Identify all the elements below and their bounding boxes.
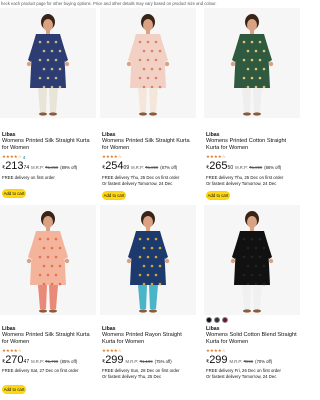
product-title-link[interactable]: Womens Printed Silk Straight Kurta for W… [2,138,94,152]
price: ₹299 M.R.P: ₹999 (70% off) [206,355,272,366]
price-whole: 265 [209,160,228,172]
price: ₹213 74 M.R.P: ₹1,899 (89% off) [2,161,77,172]
mrp: M.R.P: ₹1,199 [125,359,153,364]
results-notice: heck each product page for other buying … [1,1,217,6]
price: ₹265 50 M.R.P: ₹1,899 (86% off) [206,161,281,172]
add-to-cart-button[interactable]: Add to cart [2,385,26,394]
discount-percent: (75% off) [154,359,172,364]
delivery-info: FREE delivery Thu, 25 Dec on first order… [206,175,300,187]
mrp: M.R.P: ₹1,799 [31,359,59,364]
price-fraction: 50 [227,165,234,171]
rating-count[interactable]: 4 [23,155,25,160]
add-to-cart-button[interactable]: Add to cart [102,191,126,200]
mrp: M.R.P: ₹999 [229,359,254,364]
product-title-link[interactable]: Womens Printed Silk Straight Kurta for W… [102,138,194,152]
price-fraction: 74 [23,165,30,171]
fastest-delivery-line: Or fastest delivery Tomorrow, 24 Dec [206,181,277,187]
product-title-link[interactable]: Womens Printed Silk Straight Kurta for W… [2,332,94,346]
price-whole: 299 [105,354,124,366]
product-image[interactable] [100,205,196,315]
add-to-cart-button[interactable]: Add to cart [206,191,230,200]
price: ₹299 M.R.P: ₹1,199 (75% off) [102,355,172,366]
product-card[interactable]: Libas Womens Printed Silk Straight Kurta … [0,205,96,400]
product-image[interactable] [204,8,300,118]
product-title-link[interactable]: Womens Printed Rayon Straight Kurta for … [102,332,194,346]
color-swatches [206,316,228,324]
product-title-link[interactable]: Womens Solid Cotton Blend Straight Kurta… [206,332,298,346]
price-whole: 299 [209,354,228,366]
price-whole: 270 [5,354,24,366]
product-card[interactable]: Libas Womens Printed Silk Straight Kurta … [0,8,96,203]
discount-percent: (86% off) [264,165,282,170]
color-swatch[interactable] [214,317,220,323]
color-swatch[interactable] [206,317,212,323]
mrp: M.R.P: ₹1,899 [235,165,263,170]
delivery-info: FREE delivery Sun, 28 Dec on first order… [102,368,196,380]
delivery-info: FREE delivery Sat, 27 Dec on first order [2,368,96,374]
product-card[interactable]: Libas Womens Printed Silk Straight Kurta … [100,8,196,203]
discount-percent: (89% off) [60,165,78,170]
fastest-delivery-line: Or fastest delivery Tomorrow, 24 Dec [102,181,173,187]
product-image[interactable] [204,205,300,315]
price-whole: 213 [5,160,24,172]
discount-percent: (70% off) [255,359,273,364]
product-image[interactable] [0,205,96,315]
price: ₹270 47 M.R.P: ₹1,799 (85% off) [2,355,77,366]
price-fraction: 47 [23,359,30,365]
fastest-delivery-line: Or fastest delivery Thu, 25 Dec [102,374,162,380]
delivery-line: FREE delivery Sat, 27 Dec on first order [2,368,79,373]
delivery-info: FREE delivery Thu, 25 Dec on first order… [102,175,196,187]
product-card[interactable]: Libas Womens Solid Cotton Blend Straight … [204,205,300,400]
add-to-cart-button[interactable]: Add to cart [2,189,26,198]
product-card[interactable]: Libas Womens Printed Rayon Straight Kurta… [100,205,196,400]
product-card[interactable]: Libas Womens Printed Cotton Straight Kurt… [204,8,300,203]
discount-percent: (85% off) [60,359,78,364]
product-image[interactable] [0,8,96,118]
price: ₹254 09 M.R.P: ₹1,899 (87% off) [102,161,177,172]
price-whole: 254 [105,160,124,172]
color-swatch[interactable] [222,317,228,323]
mrp: M.R.P: ₹1,899 [31,165,59,170]
fastest-delivery-line: Or fastest delivery Tomorrow, 24 Dec [206,374,277,380]
delivery-info: FREE delivery on first order [2,175,96,181]
delivery-info: FREE delivery Fri, 26 Dec on first order… [206,368,300,380]
mrp: M.R.P: ₹1,899 [131,165,159,170]
product-title-link[interactable]: Womens Printed Cotton Straight Kurta for… [206,138,298,152]
delivery-line: FREE delivery on first order [2,175,55,180]
product-image[interactable] [100,8,196,118]
discount-percent: (87% off) [160,165,178,170]
price-fraction: 09 [123,165,130,171]
